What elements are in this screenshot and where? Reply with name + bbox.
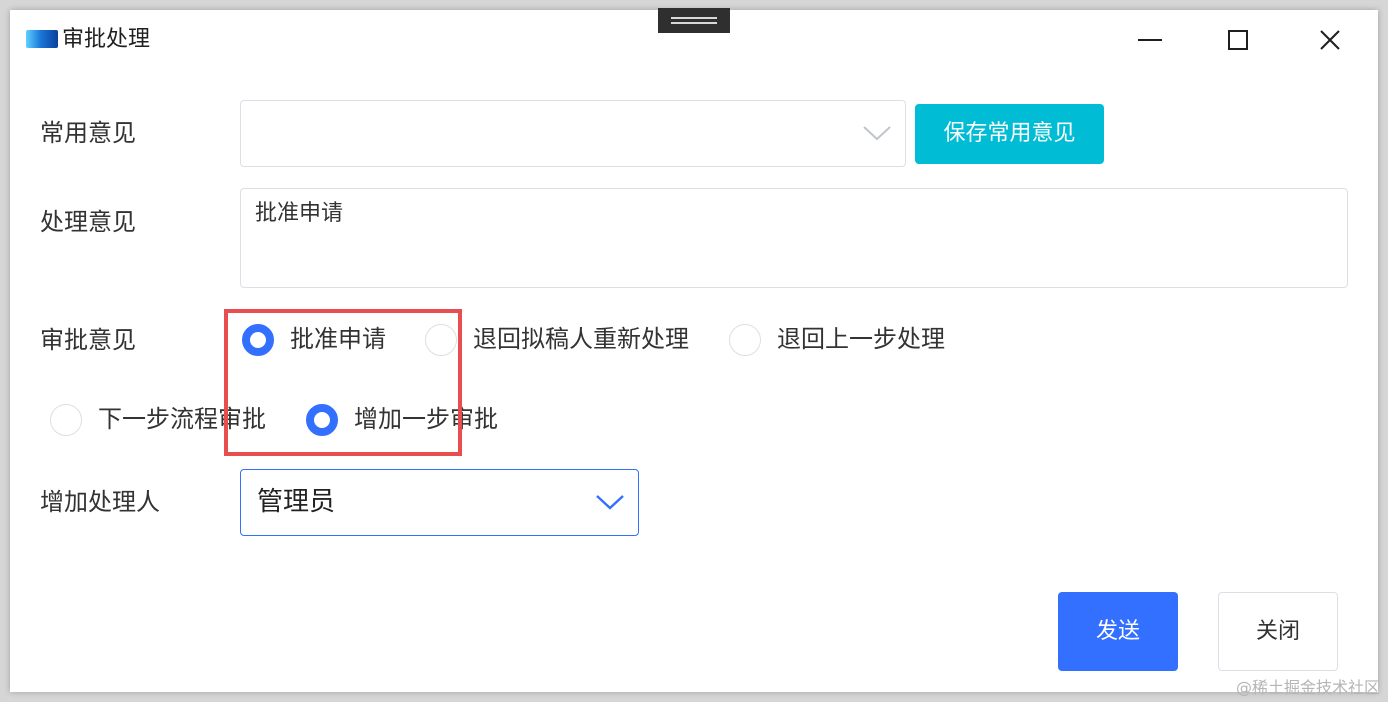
radio-add-step-label: 增加一步审批 [354,405,498,433]
radio-next-step-label: 下一步流程审批 [98,405,266,433]
minimize-icon [1138,39,1162,41]
radio-unchecked-icon [50,404,82,436]
common-opinion-select[interactable] [240,100,906,167]
send-button[interactable]: 发送 [1058,592,1178,671]
process-opinion-textarea[interactable]: 批准申请 [240,188,1348,288]
add-handler-select[interactable]: 管理员 [240,469,639,536]
maximize-icon [1228,30,1248,50]
background-app-text [70,0,76,8]
radio-return-drafter-label: 退回拟稿人重新处理 [473,325,689,353]
app-icon [26,30,58,48]
approval-dialog: 审批处理 常用意见 保存常用意见 处理意见 批准申请 审批意见 批准申请 退回拟… [10,10,1378,692]
common-opinion-label: 常用意见 [40,119,136,147]
snap-grip-handle[interactable] [658,8,730,33]
close-window-button[interactable] [1314,24,1346,56]
dialog-title: 审批处理 [62,27,151,52]
chevron-down-icon [861,123,893,143]
add-handler-value: 管理员 [257,487,336,517]
watermark: @稀土掘金技术社区 [1235,678,1380,697]
minimize-button[interactable] [1134,24,1166,56]
save-common-opinion-button[interactable]: 保存常用意见 [915,104,1104,164]
maximize-button[interactable] [1222,24,1254,56]
radio-return-previous-label: 退回上一步处理 [777,325,945,353]
radio-unchecked-icon [729,324,761,356]
process-opinion-label: 处理意见 [40,208,136,236]
close-icon [1320,30,1340,50]
radio-unchecked-icon [425,324,457,356]
radio-approve-label: 批准申请 [290,325,386,353]
radio-checked-icon [306,404,338,436]
close-button[interactable]: 关闭 [1218,592,1338,671]
add-handler-label: 增加处理人 [40,488,160,516]
chevron-down-icon [594,492,626,512]
approval-opinion-label: 审批意见 [40,326,136,354]
radio-checked-icon [242,324,274,356]
